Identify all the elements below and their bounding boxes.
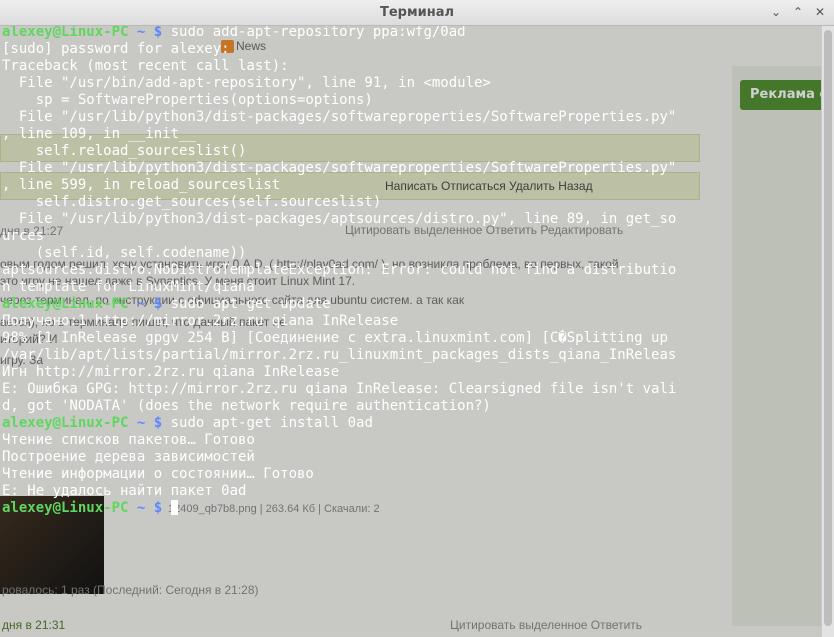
terminal-area[interactable]: Реклама с News Написать Отписаться Удали… xyxy=(0,26,821,637)
background-actions: Цитировать выделенное Ответить xyxy=(450,618,643,632)
terminal-output-line: self.distro.get_sources(self.sourceslist… xyxy=(2,194,382,210)
close-button[interactable]: ✕ xyxy=(812,4,828,20)
window-title: Терминал xyxy=(379,5,454,20)
terminal-output-line: File "/usr/lib/python3/dist-packages/sof… xyxy=(2,160,677,176)
prompt-command: sudo apt-get update xyxy=(162,296,331,312)
terminal-prompt-line: alexey@Linux-PC ~ $ sudo apt-get update xyxy=(2,296,676,313)
minimize-button[interactable]: ⌄ xyxy=(768,4,784,20)
background-right-column xyxy=(732,66,821,626)
terminal-output-line: Построение дерева зависимостей xyxy=(2,449,255,465)
terminal-output-line: /var/lib/apt/lists/partial/mirror.2rz.ru… xyxy=(2,347,677,363)
terminal-output-line: , line 109, in __init__ xyxy=(2,126,196,142)
terminal-output-line: (self.id, self.codename)) xyxy=(2,245,247,261)
prompt-user: alexey@Linux-PC xyxy=(2,415,129,431)
prompt-path: ~ $ xyxy=(128,500,163,516)
terminal-output-line: , line 599, in reload_sourceslist xyxy=(2,177,281,193)
prompt-user: alexey@Linux-PC xyxy=(2,26,129,40)
terminal-output-line: 98% [1 InRelease gpgv 254 B] [Соединение… xyxy=(2,330,668,346)
terminal-output-line: File "/usr/lib/python3/dist-packages/sof… xyxy=(2,109,677,125)
prompt-command: sudo apt-get install 0ad xyxy=(162,415,373,431)
terminal-cursor xyxy=(170,500,178,515)
terminal-prompt-line: alexey@Linux-PC ~ $ sudo apt-get install… xyxy=(2,415,676,432)
terminal-output-line: E: Не удалось найти пакет 0ad xyxy=(2,483,247,499)
background-date: дня в 21:31 xyxy=(2,618,66,632)
terminal-output-line: urces xyxy=(2,228,45,244)
background-banner: Реклама с xyxy=(740,80,821,110)
terminal-scrollbar[interactable] xyxy=(821,26,834,637)
prompt-path: ~ $ xyxy=(128,415,163,431)
prompt-user: alexey@Linux-PC xyxy=(2,500,129,516)
terminal-output-line: n template for LinuxMint/qiana xyxy=(2,279,255,295)
terminal-output-line: File "/usr/bin/add-apt-repository", line… xyxy=(2,75,491,91)
prompt-user: alexey@Linux-PC xyxy=(2,296,129,312)
terminal-output-line: Чтение списков пакетов… Готово xyxy=(2,432,255,448)
background-downloaded: ровалось: 1 раз (Последний: Сегодня в 21… xyxy=(2,583,259,597)
terminal-prompt-line: alexey@Linux-PC ~ $ xyxy=(2,500,676,517)
terminal-output-line: E: Ошибка GPG: http://mirror.2rz.ru qian… xyxy=(2,381,677,397)
terminal-output-line: [sudo] password for alexey: xyxy=(2,41,230,57)
terminal-output-line: File "/usr/lib/python3/dist-packages/apt… xyxy=(2,211,677,227)
terminal-output-line: sp = SoftwareProperties(options=options) xyxy=(2,92,373,108)
terminal-output: alexey@Linux-PC ~ $ sudo add-apt-reposit… xyxy=(2,26,676,517)
prompt-path: ~ $ xyxy=(128,26,163,40)
prompt-path: ~ $ xyxy=(128,296,163,312)
prompt-command: sudo add-apt-repository ppa:wfg/0ad xyxy=(162,26,466,40)
terminal-output-line: self.reload_sourceslist() xyxy=(2,143,247,159)
terminal-output-line: d, got 'NODATA' (does the network requir… xyxy=(2,398,491,414)
window-titlebar[interactable]: Терминал ⌄ ⌃ ✕ xyxy=(0,0,834,26)
maximize-button[interactable]: ⌃ xyxy=(790,4,806,20)
terminal-output-line: Traceback (most recent call last): xyxy=(2,58,289,74)
terminal-output-line: aptsources.distro.NoDistroTemplateExcept… xyxy=(2,262,677,278)
scrollbar-thumb[interactable] xyxy=(824,30,832,626)
prompt-command xyxy=(162,500,170,516)
terminal-output-line: Получено:1 http://mirror.2rz.ru qiana In… xyxy=(2,313,399,329)
terminal-output-line: Чтение информации о состоянии… Готово xyxy=(2,466,314,482)
terminal-prompt-line: alexey@Linux-PC ~ $ sudo add-apt-reposit… xyxy=(2,26,676,41)
terminal-output-line: Игн http://mirror.2rz.ru qiana InRelease xyxy=(2,364,340,380)
